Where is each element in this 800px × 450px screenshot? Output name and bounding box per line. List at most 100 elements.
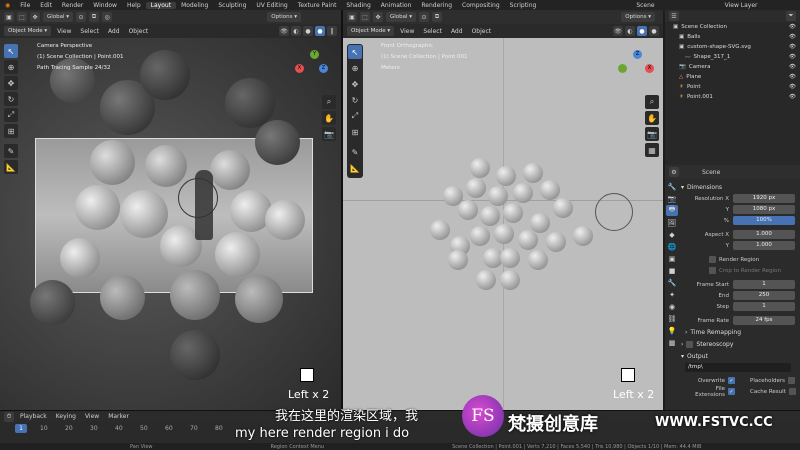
visibility-icon[interactable]: 👁: [789, 54, 796, 60]
editor-type-icon[interactable]: ⚙: [669, 167, 679, 177]
pan-hand-icon[interactable]: ✋: [645, 111, 659, 125]
menu-edit[interactable]: Edit: [35, 2, 57, 9]
texture-tab-icon[interactable]: ▩: [666, 337, 678, 348]
transform-icon[interactable]: ✥: [373, 12, 383, 22]
constraints-tab-icon[interactable]: ⛓: [666, 313, 678, 324]
menu-keying[interactable]: Keying: [53, 413, 79, 420]
pause-icon[interactable]: ‖: [327, 26, 337, 36]
outliner-item[interactable]: ▣ Scene Collection 👁: [673, 22, 800, 32]
grid-view-icon[interactable]: ▦: [645, 143, 659, 157]
scale-tool-icon[interactable]: ⤢: [4, 108, 18, 122]
blender-logo-icon[interactable]: ◉: [0, 2, 15, 9]
move-tool-icon[interactable]: ✥: [4, 76, 18, 90]
orientation-dropdown[interactable]: Global ▾: [43, 12, 74, 22]
object-mode-dropdown[interactable]: Object Mode ▾: [4, 26, 52, 36]
tab-shading[interactable]: Shading: [341, 2, 375, 9]
outliner-item[interactable]: ▣ custom-shape-SVG.svg 👁: [673, 42, 800, 52]
tab-sculpting[interactable]: Sculpting: [213, 2, 251, 9]
collection-tab-icon[interactable]: ▣: [666, 253, 678, 264]
view-layer-selector[interactable]: View Layer: [720, 2, 763, 9]
time-remapping-panel[interactable]: › Time Remapping: [681, 326, 800, 338]
menu-render[interactable]: Render: [57, 2, 88, 9]
menu-object[interactable]: Object: [126, 28, 152, 35]
gizmo-x-axis[interactable]: X: [295, 64, 304, 73]
snap-icon[interactable]: ⧉: [432, 12, 443, 22]
output-tab-icon[interactable]: 🖶: [666, 205, 678, 216]
tab-compositing[interactable]: Compositing: [457, 2, 505, 9]
resolution-percent-field[interactable]: 100%: [733, 216, 795, 225]
visibility-icon[interactable]: 👁: [789, 84, 796, 90]
overlay-icon[interactable]: ◐: [625, 26, 635, 36]
scale-tool-icon[interactable]: ⤢: [348, 109, 362, 123]
visibility-icon[interactable]: 👁: [789, 34, 796, 40]
cursor-tool-icon[interactable]: ⊕: [4, 60, 18, 74]
camera-view-icon[interactable]: 📷: [645, 127, 659, 141]
visibility-icon[interactable]: 👁: [789, 44, 796, 50]
menu-view[interactable]: View: [82, 413, 102, 420]
visibility-icon[interactable]: 👁: [789, 94, 796, 100]
shading-material-icon[interactable]: ●: [649, 26, 659, 36]
data-tab-icon[interactable]: 💡: [666, 325, 678, 336]
menu-marker[interactable]: Marker: [105, 413, 132, 420]
zoom-icon[interactable]: ⌕: [645, 95, 659, 109]
visibility-icon[interactable]: 👁: [279, 26, 289, 36]
frame-end-field[interactable]: 250: [733, 291, 795, 300]
tab-layout[interactable]: Layout: [145, 1, 177, 9]
rotate-tool-icon[interactable]: ↻: [4, 92, 18, 106]
gizmo-z-axis[interactable]: Z: [633, 50, 642, 59]
object-mode-dropdown[interactable]: Object Mode ▾: [347, 26, 395, 36]
render-tab-icon[interactable]: 📷: [666, 193, 678, 204]
outliner-item[interactable]: 📷 Camera 👁: [673, 62, 800, 72]
tab-animation[interactable]: Animation: [376, 2, 417, 9]
overwrite-checkbox[interactable]: ✓: [728, 377, 735, 384]
tab-rendering[interactable]: Rendering: [416, 2, 457, 9]
editor-type-icon[interactable]: ⏱: [4, 411, 14, 422]
camera-view-icon[interactable]: 📷: [322, 127, 336, 141]
measure-tool-icon[interactable]: 📐: [348, 161, 362, 175]
select-tool-icon[interactable]: ↖: [348, 45, 362, 59]
current-frame-indicator[interactable]: 1: [15, 424, 27, 433]
pan-hand-icon[interactable]: ✋: [322, 111, 336, 125]
frame-start-field[interactable]: 1: [733, 280, 795, 289]
outliner-item[interactable]: 〰 Shape_317_1 👁: [673, 52, 800, 62]
menu-playback[interactable]: Playback: [17, 413, 50, 420]
object-tab-icon[interactable]: ■: [666, 265, 678, 276]
stereoscopy-panel[interactable]: › Stereoscopy: [681, 338, 800, 350]
dimensions-panel-header[interactable]: ▾ Dimensions: [681, 181, 800, 193]
frame-rate-dropdown[interactable]: 24 fps: [733, 316, 795, 325]
menu-select[interactable]: Select: [420, 28, 445, 35]
navigation-gizmo[interactable]: Y X Z: [295, 50, 335, 90]
resolution-y-field[interactable]: 1080 px: [733, 205, 795, 214]
proportional-icon[interactable]: ◎: [102, 12, 113, 22]
resolution-x-field[interactable]: 1920 px: [733, 194, 795, 203]
menu-view[interactable]: View: [54, 28, 74, 35]
select-box-icon[interactable]: ⬚: [360, 12, 370, 22]
annotate-tool-icon[interactable]: ✎: [348, 145, 362, 159]
editor-type-icon[interactable]: ▣: [4, 12, 14, 22]
tab-texture-paint[interactable]: Texture Paint: [293, 2, 342, 9]
transform-tool-icon[interactable]: ⊞: [4, 124, 18, 138]
zoom-icon[interactable]: ⌕: [322, 95, 336, 109]
render-region-checkbox[interactable]: [709, 256, 716, 263]
cursor-tool-icon[interactable]: ⊕: [348, 61, 362, 75]
outliner-item[interactable]: ▣ Balls 👁: [673, 32, 800, 42]
move-tool-icon[interactable]: ✥: [348, 77, 362, 91]
select-box-icon[interactable]: ⬚: [17, 12, 27, 22]
pivot-icon[interactable]: ⊙: [419, 12, 430, 22]
output-path-field[interactable]: /tmp\: [685, 363, 791, 372]
aspect-y-field[interactable]: 1.000: [733, 241, 795, 250]
snap-icon[interactable]: ⧉: [89, 12, 100, 22]
transform-tool-icon[interactable]: ⊞: [348, 125, 362, 139]
particles-tab-icon[interactable]: ✦: [666, 289, 678, 300]
gizmo-z-axis[interactable]: Z: [319, 64, 328, 73]
right-viewport[interactable]: ▣ ⬚ ✥ Global ▾ ⊙ ⧉ Options ▾ Object Mode…: [343, 10, 663, 410]
measure-tool-icon[interactable]: 📐: [4, 160, 18, 174]
output-panel-header[interactable]: ▾ Output: [681, 350, 800, 362]
options-dropdown[interactable]: Options ▾: [267, 12, 301, 22]
crop-region-checkbox[interactable]: [709, 267, 716, 274]
filter-icon[interactable]: ⏷: [786, 11, 796, 21]
file-extensions-checkbox[interactable]: ✓: [728, 388, 735, 395]
shading-rendered-icon[interactable]: ●: [315, 26, 325, 36]
outliner-item[interactable]: △ Plane 👁: [673, 72, 800, 82]
annotate-tool-icon[interactable]: ✎: [4, 144, 18, 158]
